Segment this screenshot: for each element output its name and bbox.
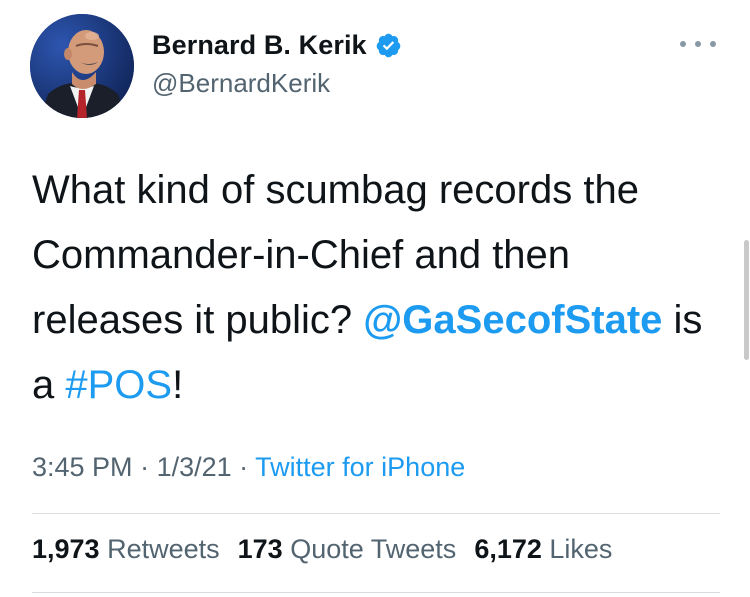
display-name-row: Bernard B. Kerik [152,26,402,64]
quote-tweets-stat[interactable]: 173 Quote Tweets [238,534,457,565]
tweet-meta: 3:45 PM · 1/3/21 · Twitter for iPhone [32,452,465,483]
likes-count: 6,172 [474,534,542,564]
divider [32,592,720,593]
tweet-text-part: ! [172,363,184,407]
quote-tweets-count: 173 [237,534,283,564]
handle[interactable]: @BernardKerik [152,68,402,99]
tweet-source-link[interactable]: Twitter for iPhone [255,452,465,482]
scrollbar[interactable] [744,240,749,360]
hashtag-link[interactable]: #POS [65,363,172,407]
display-name[interactable]: Bernard B. Kerik [152,30,367,61]
meta-separator: · [132,452,157,482]
divider [32,513,720,514]
verified-badge-icon [376,33,400,57]
tweet-stats: 1,973 Retweets 173 Quote Tweets 6,172 Li… [32,534,630,565]
avatar[interactable] [30,14,134,118]
tweet-card: Bernard B. Kerik @BernardKerik What kind… [0,0,750,597]
likes-label: Likes [541,534,613,564]
meta-separator: · [231,452,256,482]
tweet-date[interactable]: 1/3/21 [157,452,232,482]
author-names: Bernard B. Kerik @BernardKerik [152,26,402,99]
retweets-label: Retweets [99,534,220,564]
quote-tweets-label: Quote Tweets [282,534,457,564]
more-horizontal-icon[interactable] [680,36,716,52]
retweets-count: 1,973 [32,534,100,564]
tweet-header: Bernard B. Kerik @BernardKerik [30,14,720,118]
mention-link[interactable]: @GaSecofState [363,298,662,342]
tweet-time[interactable]: 3:45 PM [32,452,133,482]
tweet-text: What kind of scumbag records the Command… [32,158,722,418]
profile-photo-icon [30,14,134,118]
retweets-stat[interactable]: 1,973 Retweets [32,534,220,565]
likes-stat[interactable]: 6,172 Likes [474,534,612,565]
